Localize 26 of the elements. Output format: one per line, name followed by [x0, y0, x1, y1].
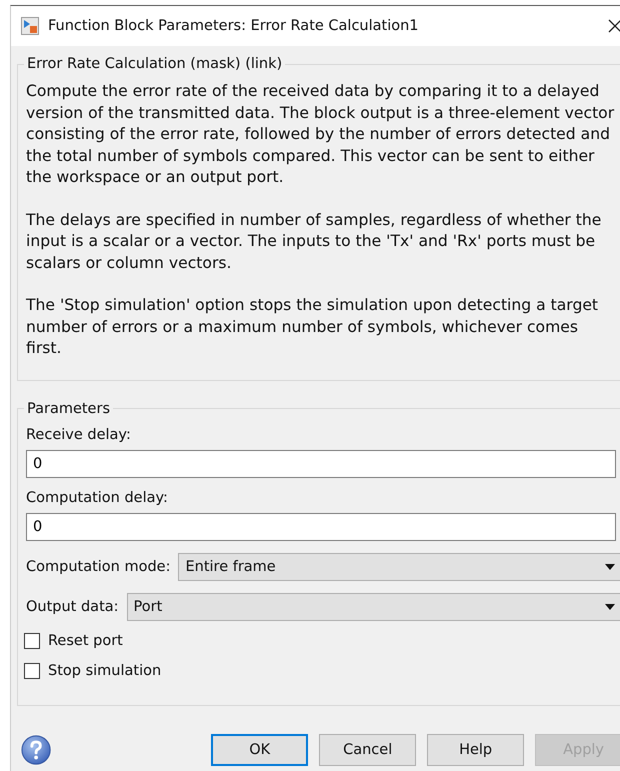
dropdown[interactable]: Port: [126, 592, 620, 620]
description-text: The delays are specified in number of samples, regardless of whether the input is a scalar or a vector. The inputs to the 'Tx' and 'Rx' ports must be scalars or column vectors.: [26, 210, 602, 274]
caret-icon: [605, 564, 615, 570]
checkbox[interactable]: [24, 632, 40, 648]
description-text: The 'Stop simulation' option stops the simulation upon detecting a target number of errors or a maximum number of symbols, whichever comes first.: [26, 295, 600, 359]
checkbox[interactable]: [24, 662, 40, 678]
field-label: Computation delay:: [26, 490, 169, 506]
close-icon[interactable]: [608, 19, 620, 33]
caret-icon: [605, 604, 615, 610]
input-field[interactable]: 0: [26, 512, 616, 540]
dropdown[interactable]: Entire frame: [178, 552, 620, 580]
dialog-button[interactable]: OK: [211, 734, 308, 766]
group-title: Parameters: [26, 400, 111, 416]
group-title: Error Rate Calculation (mask) (link): [26, 56, 284, 72]
help-icon[interactable]: [21, 734, 52, 766]
checkbox-label[interactable]: Reset port: [48, 632, 123, 648]
window-title: Function Block Parameters: Error Rate Calculation1: [48, 18, 419, 34]
field-label: Computation mode:: [26, 558, 170, 574]
block-icon: [21, 17, 39, 35]
dialog-button[interactable]: Cancel: [319, 734, 416, 766]
field-label: Output data:: [26, 598, 119, 614]
field-label: Receive delay:: [26, 426, 132, 442]
description-text: Compute the error rate of the received data by comparing it to a delayed version of the transmitted data. The block output is a three-element vector consisting of the error rate, followed by the number of errors detected and the total number of symbols compared. This vector can be sent to either the workspace or an output port.: [26, 81, 616, 188]
dialog-button[interactable]: Help: [427, 734, 524, 766]
checkbox-label[interactable]: Stop simulation: [48, 662, 162, 678]
input-field[interactable]: 0: [26, 450, 616, 478]
